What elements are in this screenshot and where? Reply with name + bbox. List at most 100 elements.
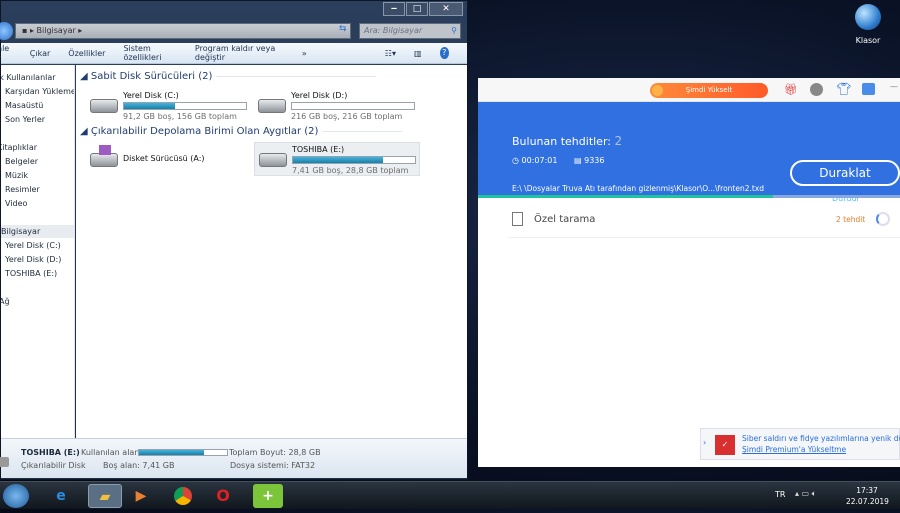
upgrade-button[interactable]: Şimdi Yükselt xyxy=(650,83,768,98)
nav-toshiba[interactable]: TOSHIBA (E:) xyxy=(5,269,57,278)
group-removable[interactable]: ◢ Çıkarılabilir Depolama Birimi Olan Ayg… xyxy=(80,126,408,137)
upgrade-label: Şimdi Yükselt xyxy=(685,86,733,94)
drive-a[interactable]: Disket Sürücüsü (A:) xyxy=(86,143,252,177)
nav-computer[interactable]: Bilgisayar xyxy=(1,225,74,238)
bar-fill xyxy=(124,103,176,109)
antivirus-taskbar-icon[interactable]: + xyxy=(253,484,283,508)
minimize-button[interactable]: ‒ xyxy=(383,2,405,16)
chrome-icon[interactable] xyxy=(170,484,196,508)
account-icon[interactable] xyxy=(810,83,823,96)
opera-icon[interactable]: O xyxy=(210,484,236,508)
group-fixed-disks[interactable]: ◢ Sabit Disk Sürücüleri (2) xyxy=(80,71,382,82)
eject-button[interactable]: Çıkar xyxy=(30,49,51,58)
nav-recent-places[interactable]: Son Yerler xyxy=(5,115,45,124)
premium-upgrade-link[interactable]: Şimdi Premium'a Yükseltme xyxy=(742,445,846,454)
desktop-icon-klasor[interactable]: Klasor xyxy=(848,4,888,50)
nav-music[interactable]: Müzik xyxy=(5,171,28,180)
floppy-drive-icon xyxy=(90,145,118,167)
drive-usage-bar xyxy=(292,156,416,164)
nav-video[interactable]: Video xyxy=(5,199,27,208)
refresh-button[interactable]: ⇆ xyxy=(339,24,351,38)
notification-text: Siber saldırı ve fidye yazılımlarına yen… xyxy=(742,434,900,443)
nav-disk-c[interactable]: Yerel Disk (C:) xyxy=(5,241,61,250)
more-button[interactable]: » xyxy=(302,49,307,58)
crown-icon xyxy=(652,85,663,96)
scan-status-panel: Bulunan tehditler: 2 ◷ 00:07:01 ▤ 9336 D… xyxy=(478,102,900,203)
nav-libraries[interactable]: Kitaplıklar xyxy=(1,143,37,152)
drive-c[interactable]: Yerel Disk (C:) 91,2 GB boş, 156 GB topl… xyxy=(86,89,252,123)
search-input[interactable]: Ara: Bilgisayar ⚲ xyxy=(359,23,461,39)
start-button[interactable] xyxy=(3,484,29,508)
theme-shirt-icon[interactable]: 👕︎ xyxy=(836,82,851,96)
command-toolbar: nle ▾ Çıkar Özellikler Sistem özellikler… xyxy=(0,43,467,64)
drive-name: Disket Sürücüsü (A:) xyxy=(123,154,205,163)
clock[interactable]: 17:37 22.07.2019 xyxy=(846,485,889,507)
uninstall-program-button[interactable]: Program kaldır veya değiştir xyxy=(195,44,284,62)
upgrade-notification[interactable]: › ✓ Siber saldırı ve fidye yazılımlarına… xyxy=(700,428,900,460)
drive-name: TOSHIBA (E:) xyxy=(292,145,345,154)
address-bar[interactable]: ▪ ▸ Bilgisayar ▸ xyxy=(15,23,351,39)
nav-pictures[interactable]: Resimler xyxy=(5,185,40,194)
shield-icon: ✓ xyxy=(715,435,735,455)
drive-info: 91,2 GB boş, 156 GB toplam xyxy=(123,112,237,121)
nav-downloads[interactable]: Karşıdan Yüklemeler xyxy=(5,87,74,96)
feedback-icon[interactable] xyxy=(862,83,875,95)
chevron-right-icon[interactable]: › xyxy=(703,438,706,447)
maximize-button[interactable]: □ xyxy=(406,2,428,16)
minimize-button[interactable]: — xyxy=(890,82,898,91)
nav-disk-d[interactable]: Yerel Disk (D:) xyxy=(5,255,61,264)
search-icon: ⚲ xyxy=(451,26,457,35)
drive-usage-bar xyxy=(123,102,247,110)
scan-progress-bar xyxy=(478,195,900,198)
drive-usage-bar xyxy=(291,102,415,110)
status-total: Toplam Boyut: 28,8 GB xyxy=(229,448,321,457)
tray-icons[interactable]: ▴ ▭ 🔈︎ xyxy=(795,489,816,499)
explorer-window: ‒ □ ✕ ▪ ▸ Bilgisayar ▸ ⇆ Ara: Bilgisayar ⚲ … xyxy=(0,0,468,480)
back-button[interactable] xyxy=(0,22,13,40)
drive-e[interactable]: TOSHIBA (E:) 7,41 GB boş, 28,8 GB toplam xyxy=(254,142,420,176)
status-filesystem: Dosya sistemi: FAT32 xyxy=(230,461,316,470)
drive-name: Yerel Disk (D:) xyxy=(291,91,348,100)
properties-button[interactable]: Özellikler xyxy=(68,49,105,58)
nav-recent[interactable]: ık Kullanılanlar xyxy=(1,73,56,82)
nav-desktop[interactable]: Masaüstü xyxy=(5,101,43,110)
help-icon[interactable]: ? xyxy=(439,47,449,59)
language-indicator[interactable]: TR xyxy=(775,490,785,499)
internet-explorer-icon[interactable]: e xyxy=(48,484,74,508)
drive-d[interactable]: Yerel Disk (D:) 216 GB boş, 216 GB topla… xyxy=(254,89,420,123)
usb-drive-icon xyxy=(259,153,287,167)
close-button[interactable]: ✕ xyxy=(429,2,463,16)
status-drive-name: TOSHIBA (E:) xyxy=(21,448,80,457)
status-used-label: Kullanılan alan: xyxy=(81,448,143,457)
file-explorer-icon[interactable]: ▰ xyxy=(88,484,122,508)
document-icon xyxy=(512,212,523,226)
nav-network[interactable]: Ağ xyxy=(1,297,10,306)
nav-documents[interactable]: Belgeler xyxy=(5,157,38,166)
preview-pane-icon[interactable]: ▥ xyxy=(414,49,422,58)
bar-fill xyxy=(139,450,205,455)
organize-button[interactable]: nle ▾ xyxy=(0,44,12,62)
scan-item-row[interactable]: Özel tarama 2 tehdit xyxy=(508,206,900,238)
system-properties-button[interactable]: Sistem özellikleri xyxy=(123,44,176,62)
pause-button[interactable]: Duraklat xyxy=(790,160,900,186)
breadcrumb-bilgisayar[interactable]: Bilgisayar xyxy=(37,26,76,35)
clock-time: 17:37 xyxy=(856,486,878,495)
bar-fill xyxy=(478,195,774,198)
desktop-icon-label: Klasor xyxy=(855,36,881,45)
globe-icon xyxy=(855,4,881,30)
search-placeholder: Ara: Bilgisayar xyxy=(364,26,423,35)
av-header: Şimdi Yükselt 🎁︎ 👕︎ — xyxy=(478,78,900,102)
current-file-path: E:\ \Dosyalar Truva Atı tarafından gizle… xyxy=(512,184,765,193)
view-options-icon[interactable]: ☷▾ xyxy=(385,49,396,58)
scan-threat-count: 2 tehdit xyxy=(836,215,866,224)
status-free: Boş alan: 7,41 GB xyxy=(103,461,175,470)
gift-icon[interactable]: 🎁︎ xyxy=(784,83,798,96)
hard-drive-icon xyxy=(258,99,286,113)
group-title: Sabit Disk Sürücüleri (2) xyxy=(90,71,213,82)
drive-name: Yerel Disk (C:) xyxy=(123,91,179,100)
content-pane: ◢ Sabit Disk Sürücüleri (2) Yerel Disk (… xyxy=(76,65,467,438)
clock-icon: ◷ xyxy=(512,156,519,165)
media-player-icon[interactable]: ▶ xyxy=(128,484,154,508)
usb-drive-icon xyxy=(0,457,9,467)
navigation-pane: ık Kullanılanlar Karşıdan Yüklemeler Mas… xyxy=(1,65,75,438)
